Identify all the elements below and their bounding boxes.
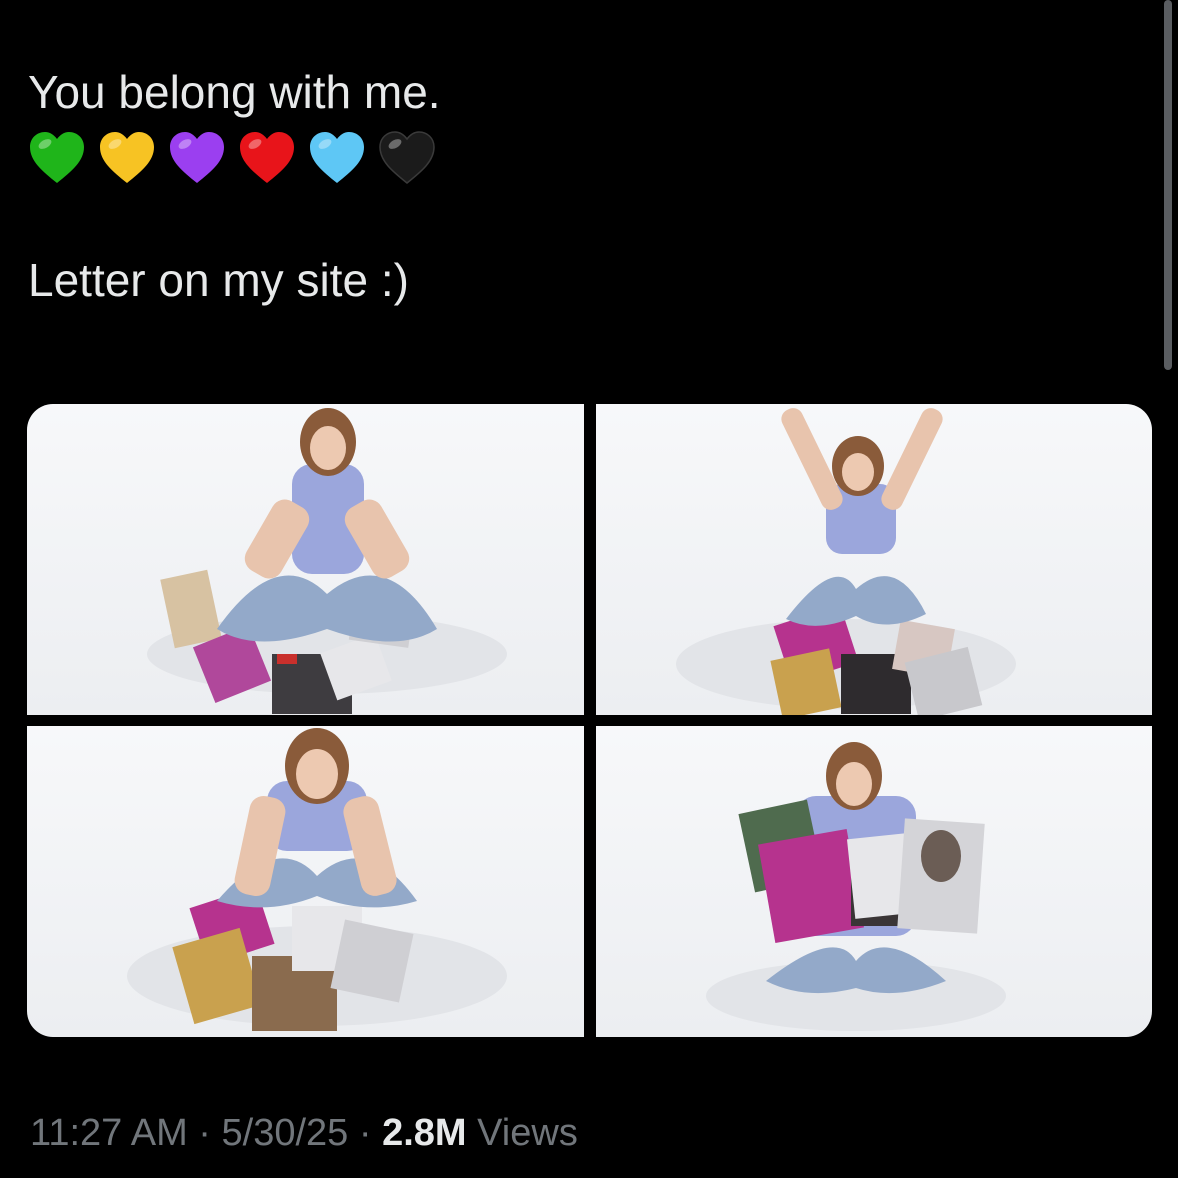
yellow-heart-icon [100, 132, 154, 183]
photo-1[interactable] [27, 404, 584, 715]
light-blue-heart-icon [310, 132, 364, 183]
photo-4[interactable] [596, 726, 1152, 1037]
tweet-line-2: Letter on my site :) [28, 254, 409, 306]
views-label: Views [466, 1112, 578, 1154]
timestamp-time[interactable]: 11:27 AM [30, 1112, 188, 1154]
purple-heart-icon [170, 132, 224, 183]
tweet-line-1: You belong with me. [28, 66, 441, 118]
media-grid [27, 404, 1152, 1037]
separator-dot: · [187, 1112, 222, 1154]
photo-3[interactable] [27, 726, 584, 1037]
tweet-meta: 11:27 AM · 5/30/25 · 2.8M Views [30, 1112, 578, 1155]
photo-2[interactable] [596, 404, 1152, 715]
views-count: 2.8M [382, 1112, 467, 1154]
black-heart-icon [379, 131, 435, 184]
green-heart-icon [30, 132, 84, 183]
tweet-text: You belong with me. Letter on my site :) [28, 62, 1128, 310]
separator-dot: · [348, 1112, 383, 1154]
heart-emoji-row [28, 128, 1128, 188]
red-heart-icon [240, 132, 294, 183]
timestamp-date[interactable]: 5/30/25 [222, 1112, 349, 1154]
scrollbar[interactable] [1164, 0, 1172, 370]
